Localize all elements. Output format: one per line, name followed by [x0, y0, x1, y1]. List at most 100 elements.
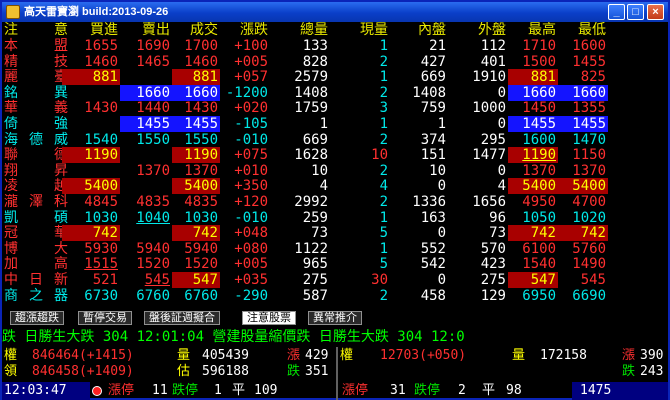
stock-name[interactable]: 聯德 — [4, 147, 68, 163]
cell-high: 1455 — [508, 116, 558, 132]
table-row[interactable]: 商之器 6730 6760 6760 -290 587 2 458 129 6950 6690 — [2, 288, 668, 304]
maximize-button[interactable]: □ — [627, 4, 644, 20]
stock-name[interactable]: 倚強 — [4, 116, 68, 132]
stock-flag: 本 — [4, 38, 54, 54]
minimize-button[interactable]: _ — [608, 4, 625, 20]
cell-last: 1455 — [172, 116, 220, 132]
stock-name[interactable]: 海德威 — [4, 132, 68, 148]
stock-flag: 瀧 — [4, 194, 29, 210]
stock-name[interactable]: 冠華 — [4, 225, 68, 241]
stock-name[interactable]: 華義 — [4, 100, 68, 116]
header-bid[interactable]: 買進 — [62, 22, 120, 38]
stock-name[interactable]: 商之器 — [4, 288, 68, 304]
news-ticker[interactable]: 跌 日勝生大跌 304 12:01:04 營建股量縮價跌 日勝生大跌 304 1… — [2, 329, 668, 345]
cell-chg: +035 — [234, 272, 268, 288]
table-row[interactable]: 翔昇 1370 1370 +010 10 2 10 0 1370 1370 — [2, 163, 668, 179]
table-row[interactable]: 海德威 1540 1550 1550 -010 669 2 374 295 1600 1470 — [2, 132, 668, 148]
stock-name[interactable]: 凌越 — [4, 178, 68, 194]
cell-cur: 2 — [379, 84, 388, 101]
cell-vol: 2992 — [294, 194, 328, 210]
cell-cur: 2 — [379, 131, 388, 148]
stock-flag: 翔 — [4, 162, 54, 179]
header-outer[interactable]: 外盤 — [448, 22, 508, 38]
header-volume[interactable]: 總量 — [270, 22, 330, 38]
stock-name[interactable]: 精技 — [4, 54, 68, 70]
tab-attention[interactable]: 注意股票 — [242, 311, 296, 325]
stock-flag: 加 — [4, 256, 54, 273]
quote-table: 注意 買進 賣出 成交 漲跌 總量 現量 內盤 外盤 最高 最低 本盟 1655 1… — [2, 22, 668, 308]
otc-flat-label: 平 — [482, 383, 496, 398]
table-row[interactable]: 博大 5930 5940 5940 +080 1122 1 552 570 6100 5760 — [2, 241, 668, 257]
table-row[interactable]: 凌越 5400 5400 +350 4 4 0 4 5400 5400 — [2, 178, 668, 195]
volume-label: 量 — [177, 348, 191, 363]
table-row[interactable]: 銘異 1660 1660 -1200 1408 2 1408 0 1660 1660 — [2, 84, 668, 101]
table-row[interactable]: 倚強 1455 1455 -105 1 1 1 0 1455 1455 — [2, 116, 668, 132]
table-row[interactable]: 中日新 521 545 547 +035 275 30 0 275 547 545 — [2, 272, 668, 288]
cell-bid — [62, 85, 120, 101]
cell-inner: 427 — [420, 53, 446, 70]
cell-cur: 5 — [379, 256, 388, 273]
otc-total: 1475 — [572, 382, 668, 400]
stock-name[interactable]: 瀧澤科 — [4, 194, 68, 210]
cell-outer: 570 — [480, 240, 506, 257]
cell-last: 1660 — [172, 84, 220, 101]
header-high[interactable]: 最高 — [508, 22, 558, 38]
close-button[interactable]: × — [647, 4, 664, 20]
table-row[interactable]: 瀧澤科 4845 4835 4835 +120 2992 2 1336 1656 4950 4700 — [2, 194, 668, 210]
cell-last: 4835 — [184, 194, 218, 210]
tab-trend[interactable]: 趨漲趨跌 — [10, 311, 64, 325]
cell-last: 1190 — [172, 147, 220, 164]
tab-abnormal[interactable]: 異常推介 — [308, 311, 362, 325]
tab-halt[interactable]: 暫停交易 — [78, 311, 132, 325]
cell-high: 6100 — [522, 240, 556, 257]
cell-vol: 275 — [302, 272, 328, 288]
stock-name[interactable]: 翔昇 — [4, 163, 68, 179]
connection-indicator-icon — [92, 386, 102, 396]
cell-last: 1550 — [184, 131, 218, 148]
cell-chg: +057 — [234, 69, 268, 86]
cell-chg: +005 — [234, 256, 268, 273]
stock-name[interactable]: 本盟 — [4, 38, 68, 54]
tab-bar: 趨漲趨跌 暫停交易 盤後証週擬合 注意股票 異常推介 — [2, 310, 668, 326]
stock-flag: 凌 — [4, 178, 54, 195]
cell-high: 1450 — [522, 100, 556, 117]
table-row[interactable]: 冠華 742 742 +048 73 5 0 73 742 742 — [2, 225, 668, 242]
limit-up-count: 11 — [152, 383, 168, 398]
cell-outer: 1000 — [472, 100, 506, 117]
cell-last: 881 — [172, 69, 220, 86]
stock-name[interactable]: 博大 — [4, 241, 68, 257]
table-row[interactable]: 華義 1430 1440 1430 +020 1759 3 759 1000 1450 1355 — [2, 100, 668, 116]
stock-name[interactable]: 中日新 — [4, 272, 68, 288]
table-row[interactable]: 精技 1460 1465 1460 +005 828 2 427 401 1500 1455 — [2, 54, 668, 70]
cell-ask: 6760 — [136, 287, 170, 304]
title-bar[interactable]: 高天雷寶瀏 build:2013-09-26 _ □ × — [2, 2, 668, 22]
header-last[interactable]: 成交 — [172, 22, 220, 38]
cell-bid: 1030 — [84, 209, 118, 226]
table-row[interactable]: 加高 1515 1520 1520 +005 965 5 542 423 1540 1490 — [2, 256, 668, 272]
table-row[interactable]: 本盟 1655 1690 1700 +100 133 1 21 112 1710 1600 — [2, 38, 668, 54]
table-row[interactable]: 麗臺 881 881 +057 2579 1 669 1910 881 825 — [2, 69, 668, 86]
stock-name[interactable]: 加高 — [4, 256, 68, 272]
stock-name[interactable]: 銘異 — [4, 85, 68, 101]
table-row[interactable]: 聯德 1190 1190 +075 1628 10 151 1477 1190 1150 — [2, 147, 668, 164]
table-header: 注意 買進 賣出 成交 漲跌 總量 現量 內盤 外盤 最高 最低 — [2, 22, 668, 38]
stock-name[interactable]: 麗臺 — [4, 69, 68, 85]
cell-outer: 1910 — [472, 69, 506, 86]
cell-vol: 1 — [319, 116, 328, 132]
cell-low: 5760 — [572, 240, 606, 257]
cell-outer: 0 — [497, 116, 506, 132]
stock-name[interactable]: 凱碩 — [4, 210, 68, 226]
cell-vol: 10 — [311, 162, 328, 179]
tab-after-hours[interactable]: 盤後証週擬合 — [144, 311, 220, 325]
cell-bid: 5930 — [84, 240, 118, 257]
header-inner[interactable]: 內盤 — [390, 22, 448, 38]
cell-cur: 2 — [379, 194, 388, 210]
header-ask[interactable]: 賣出 — [120, 22, 172, 38]
stock-flag: 商 — [4, 287, 29, 304]
header-current[interactable]: 現量 — [330, 22, 390, 38]
header-change[interactable]: 漲跌 — [220, 22, 270, 38]
cell-inner: 669 — [420, 69, 446, 86]
cell-inner: 374 — [420, 131, 446, 148]
table-row[interactable]: 凱碩 1030 1040 1030 -010 259 1 163 96 1050 1020 — [2, 210, 668, 226]
header-low[interactable]: 最低 — [558, 22, 608, 38]
